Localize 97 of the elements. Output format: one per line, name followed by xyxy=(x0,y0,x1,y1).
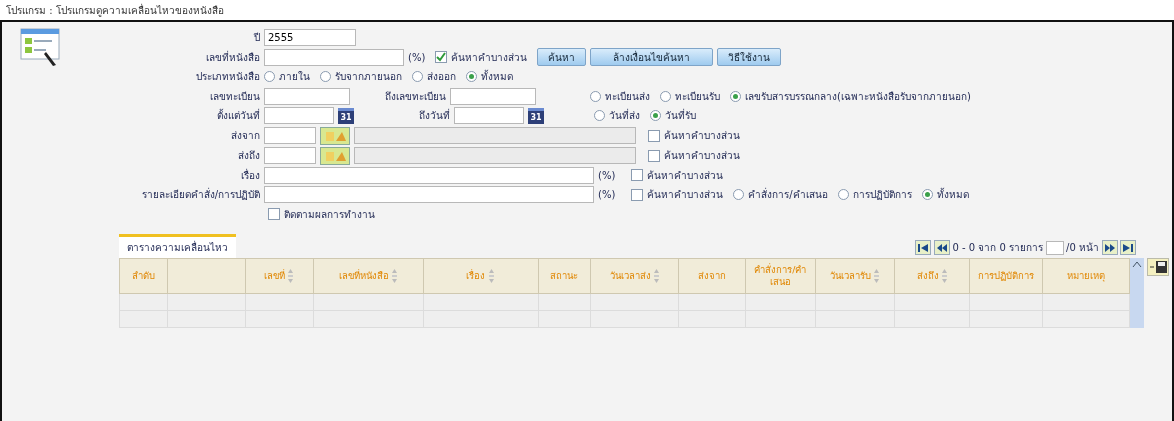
radio-button[interactable] xyxy=(466,71,477,83)
option-label: การปฏิบัติการ xyxy=(852,188,912,203)
input-field[interactable] xyxy=(264,48,404,66)
checkbox[interactable] xyxy=(631,188,644,201)
radio-button[interactable] xyxy=(320,71,331,83)
window-title: โปรแกรม : โปรแกรมดูความเคลื่อนไหวของหนังสือ xyxy=(5,2,225,19)
checkbox-label: ค้นหาคำบางส่วน xyxy=(647,168,724,183)
checkbox[interactable] xyxy=(435,51,448,64)
radio-button[interactable] xyxy=(412,71,423,83)
action-button[interactable]: ค้นหา xyxy=(537,48,587,67)
checkbox[interactable] xyxy=(631,169,644,182)
date-field[interactable] xyxy=(454,107,524,125)
sort-icon[interactable] xyxy=(941,267,949,284)
checkbox-label: ค้นหาคำบางส่วน xyxy=(647,188,724,203)
option-label: ภายใน xyxy=(279,70,310,85)
calendar-icon[interactable]: 31 xyxy=(528,107,544,124)
lookup-icon[interactable] xyxy=(320,146,350,165)
input-field[interactable] xyxy=(264,127,316,144)
option-label: ส่งออก xyxy=(427,70,456,85)
radio-button[interactable] xyxy=(264,71,275,83)
field-label: ส่งจาก xyxy=(230,129,260,143)
checklist-icon xyxy=(20,28,62,68)
header-label: เรื่อง xyxy=(466,270,486,282)
input-field[interactable] xyxy=(450,87,536,105)
field-label: เรื่อง xyxy=(240,167,260,183)
option-label: วันที่ส่ง xyxy=(609,108,640,124)
radio-button[interactable] xyxy=(594,110,605,122)
percent-label: (%) xyxy=(598,168,616,183)
radio-button[interactable] xyxy=(921,189,933,201)
first-page-button[interactable] xyxy=(915,240,932,255)
header-label: ลำดับ xyxy=(132,270,156,282)
field-label: ถึงเลขทะเบียน xyxy=(384,89,446,104)
next-page-button[interactable] xyxy=(1101,240,1118,255)
sort-icon[interactable] xyxy=(391,267,399,284)
radio-button[interactable] xyxy=(733,189,745,201)
checkbox-label: ติดตามผลการทำงาน xyxy=(284,207,375,222)
action-button[interactable]: ล้างเงื่อนไขค้นหา xyxy=(590,48,714,67)
checkbox-label: ค้นหาคำบางส่วน xyxy=(664,129,740,143)
option-label: ทั้งหมด xyxy=(936,187,969,203)
percent-label: (%) xyxy=(598,188,616,203)
calendar-icon[interactable]: 31 xyxy=(338,107,354,124)
option-label: ทะเบียนรับ xyxy=(675,89,720,104)
option-label: คำสั่งการ/คำเสนอ xyxy=(748,187,828,203)
field-label: ตั้งแต่วันที่ xyxy=(216,108,260,124)
percent-label: (%) xyxy=(408,50,426,65)
header-label: วันเวลาส่ง xyxy=(609,270,651,282)
field-label: ปี xyxy=(252,31,260,46)
previous-page-button[interactable] xyxy=(934,240,950,255)
input-field[interactable] xyxy=(264,87,350,105)
header-label: ส่งถึง xyxy=(916,270,939,282)
radio-button[interactable] xyxy=(590,90,601,102)
radio-button[interactable] xyxy=(837,189,849,201)
year-field[interactable]: 2555 xyxy=(264,29,356,47)
option-label: ทั้งหมด xyxy=(481,69,513,85)
header-label: เลขที่ xyxy=(263,270,285,282)
page-field[interactable] xyxy=(1045,240,1064,255)
sort-icon[interactable] xyxy=(287,267,295,284)
checkbox[interactable] xyxy=(268,208,280,221)
checkbox[interactable] xyxy=(648,149,660,162)
tab[interactable]: ตารางความเคลื่อนไหว xyxy=(119,234,236,258)
checkbox-label: ค้นหาคำบางส่วน xyxy=(451,50,528,65)
radio-button[interactable] xyxy=(660,90,671,102)
scrollbar[interactable] xyxy=(1130,258,1144,328)
option-label: เลขรับสารบรรณกลาง(เฉพาะหนังสือรับจากภายนอก) xyxy=(745,89,971,104)
header-label: สถานะ xyxy=(550,270,579,282)
input-field[interactable] xyxy=(264,186,594,204)
field-label: ประเภทหนังสือ xyxy=(195,70,260,85)
field-label: ถึงวันที่ xyxy=(418,108,450,124)
date-field[interactable] xyxy=(264,107,334,125)
last-page-button[interactable] xyxy=(1120,240,1136,255)
header-label: วันเวลารับ xyxy=(829,270,871,282)
input-field[interactable] xyxy=(264,147,316,164)
option-label: วันที่รับ xyxy=(665,108,696,124)
header-label: ส่งจาก xyxy=(698,270,726,282)
save-icon[interactable] xyxy=(1147,258,1169,276)
radio-button[interactable] xyxy=(650,110,661,122)
header-label: หมายเหตุ xyxy=(1066,270,1105,282)
sort-icon[interactable] xyxy=(653,267,661,284)
sort-icon[interactable] xyxy=(873,267,881,284)
checkbox[interactable] xyxy=(648,129,660,142)
pager-text: 0 - 0 จาก 0 รายการ xyxy=(952,241,1044,255)
pager-text: /0 หน้า xyxy=(1066,241,1099,255)
header-label: คำสั่งการ/คำเสนอ xyxy=(753,264,808,288)
action-button[interactable]: วิธีใช้งาน xyxy=(717,48,782,67)
lookup-icon[interactable] xyxy=(320,126,350,145)
sort-icon[interactable] xyxy=(488,267,495,284)
option-label: รับจากภายนอก xyxy=(335,70,402,85)
checkbox-label: ค้นหาคำบางส่วน xyxy=(664,149,740,163)
field-label: เลขทะเบียน xyxy=(209,89,260,104)
input-field[interactable] xyxy=(264,166,594,184)
field-label: รายละเอียดคำสั่ง/การปฏิบัติ xyxy=(140,187,260,203)
option-label: ทะเบียนส่ง xyxy=(605,89,650,104)
radio-button[interactable] xyxy=(730,90,741,102)
field-label: ส่งถึง xyxy=(237,149,260,163)
header-label: เลขที่หนังสือ xyxy=(338,270,389,282)
header-label: การปฏิบัติการ xyxy=(978,270,1035,282)
field-label: เลขที่หนังสือ xyxy=(205,49,260,65)
